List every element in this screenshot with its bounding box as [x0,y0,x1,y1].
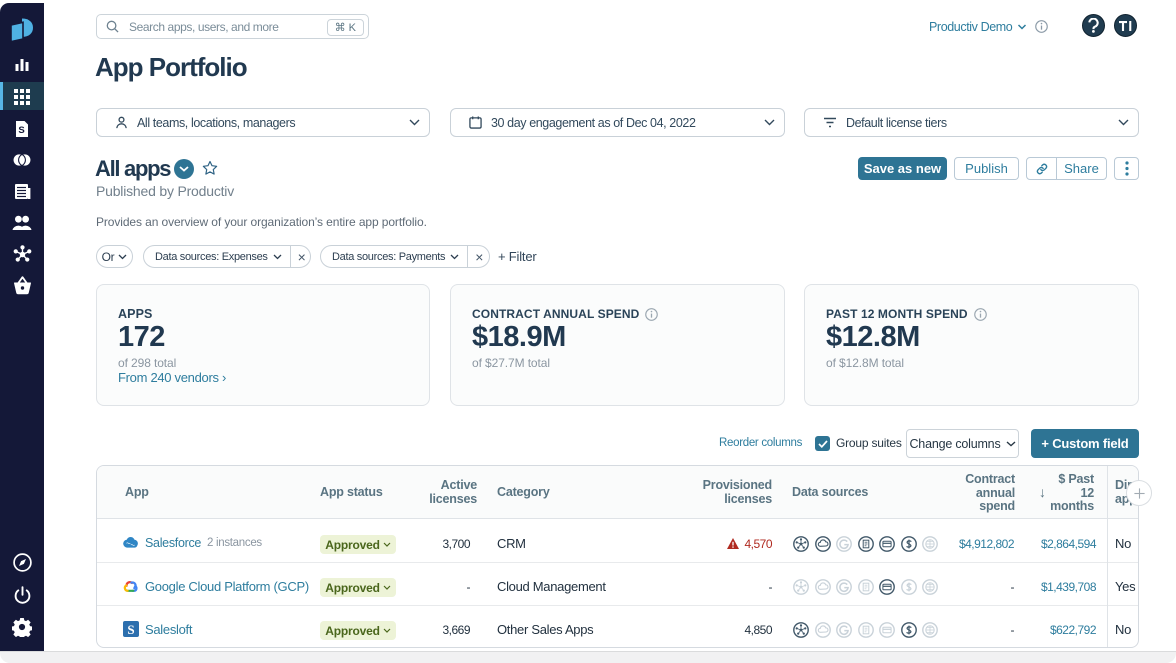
svg-text:S: S [18,125,24,136]
svg-text:S: S [127,622,134,637]
